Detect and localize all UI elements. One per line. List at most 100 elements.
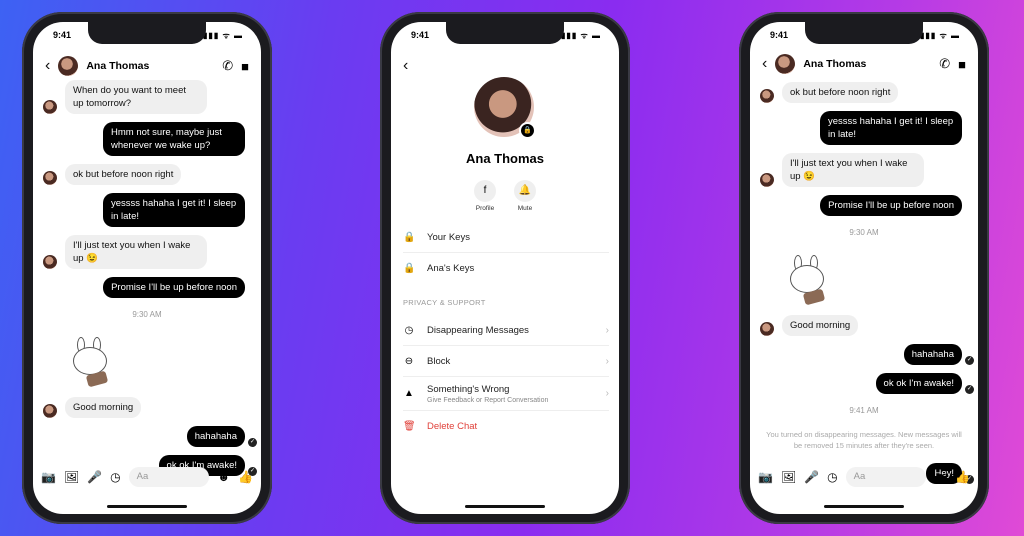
message-input[interactable]: Aa [845, 467, 927, 487]
menu-label: Ana's Keys [427, 263, 475, 274]
message-row: ok but before noon right [760, 82, 968, 103]
incoming-message[interactable]: Good morning [65, 397, 142, 418]
home-indicator [107, 505, 187, 508]
home-indicator [824, 505, 904, 508]
gallery-icon[interactable]: 🖼 [64, 470, 79, 484]
avatar[interactable] [58, 56, 79, 76]
timer-icon[interactable]: ◷ [110, 470, 120, 484]
menu-item-anas-keys[interactable]: 🔒 Ana's Keys [403, 253, 609, 284]
outgoing-message[interactable]: hahahaha [903, 344, 962, 365]
message-list: ok but before noon right yessss hahaha I … [750, 82, 978, 492]
contact-name[interactable]: Ana Thomas [86, 60, 214, 72]
outgoing-message[interactable]: Promise I'll be up before noon [103, 277, 245, 298]
status-time: 9:41 [411, 30, 430, 40]
composer: 📷 🖼 🎤 ◷ Aa ☻ 👍 [33, 466, 261, 488]
message-row: ok but before noon right [43, 164, 251, 185]
incoming-message[interactable]: When do you want to meet up tomorrow? [65, 80, 207, 114]
message-row: Promise I'll be up before noon [760, 195, 968, 216]
timer-icon[interactable]: ◷ [827, 470, 837, 484]
thumbs-up-icon[interactable]: 👍 [955, 470, 970, 484]
menu-item-disappearing-messages[interactable]: ◷ Disappearing Messages › [403, 315, 609, 346]
message-row: I'll just text you when I wake up 😉 [760, 153, 968, 187]
message-row: hahahaha ✓ [43, 426, 257, 447]
outgoing-message[interactable]: yessss hahaha I get it! I sleep in late! [820, 111, 962, 145]
outgoing-message[interactable]: yessss hahaha I get it! I sleep in late! [103, 193, 245, 227]
phone-profile: 9:41 ▮▮▮ ᯤ ▬ ‹ 🔒 Ana Thomas f Profile 🔔 Mut… [380, 12, 630, 524]
lock-icon: 🔒 [519, 122, 536, 139]
contact-name[interactable]: Ana Thomas [803, 58, 931, 70]
sender-avatar [43, 255, 57, 269]
video-icon[interactable]: ■ [241, 59, 249, 74]
home-indicator [465, 505, 545, 508]
microphone-icon[interactable]: 🎤 [804, 470, 819, 484]
thumbs-up-icon[interactable]: 👍 [238, 470, 253, 484]
notch [805, 22, 923, 44]
status-icons: ▮▮▮ ᯤ ▬ [561, 31, 601, 40]
message-row: ok ok I'm awake! ✓ [760, 373, 974, 394]
microphone-icon[interactable]: 🎤 [87, 470, 102, 484]
menu-item-somethings-wrong[interactable]: ▲ Something's Wrong Give Feedback or Repor… [403, 377, 609, 411]
back-icon[interactable]: ‹ [403, 57, 408, 75]
emoji-icon[interactable]: ☻ [217, 470, 230, 484]
message-row: Promise I'll be up before noon [43, 277, 251, 298]
sender-avatar [760, 322, 774, 336]
read-receipt-icon: ✓ [965, 385, 974, 394]
menu-item-block[interactable]: ⊖ Block › [403, 346, 609, 377]
outgoing-message[interactable]: Promise I'll be up before noon [820, 195, 962, 216]
menu-label: Block [427, 355, 451, 367]
back-icon[interactable]: ‹ [762, 55, 767, 73]
phone-chat-right: 9:41 ▮▮▮ ᯤ ▬ ‹ Ana Thomas ✆ ■ ok but befo… [739, 12, 989, 524]
notch [446, 22, 564, 44]
sticker-bunny[interactable] [782, 251, 832, 309]
read-receipt-icon: ✓ [965, 356, 974, 365]
block-icon: ⊖ [404, 355, 414, 367]
menu-item-your-keys[interactable]: 🔒 Your Keys [403, 222, 609, 253]
camera-icon[interactable]: 📷 [41, 470, 56, 484]
status-time: 9:41 [53, 30, 72, 40]
phone-icon[interactable]: ✆ [222, 58, 233, 74]
profile-label: Profile [475, 205, 495, 212]
menu-item-delete-chat[interactable]: 🗑 Delete Chat [403, 411, 609, 442]
facebook-icon: f [474, 180, 496, 202]
phone-icon[interactable]: ✆ [939, 56, 950, 72]
menu-label: Something's Wrong [427, 383, 510, 395]
chevron-right-icon: › [605, 355, 609, 367]
message-input[interactable]: Aa [128, 467, 210, 487]
incoming-message[interactable]: I'll just text you when I wake up 😉 [782, 153, 924, 187]
outgoing-message[interactable]: Hmm not sure, maybe just whenever we wak… [103, 122, 245, 156]
mute-button[interactable]: 🔔 Mute [514, 180, 536, 212]
profile-menu: 🔒 Your Keys 🔒 Ana's Keys PRIVACY & SUPPORT… [391, 222, 619, 442]
incoming-message[interactable]: Good morning [782, 315, 859, 336]
sticker-bunny[interactable] [65, 333, 115, 391]
message-row: I'll just text you when I wake up 😉 [43, 235, 251, 269]
read-receipt-icon: ✓ [248, 438, 257, 447]
lock-icon: 🔒 [403, 263, 416, 274]
profile-name: Ana Thomas [465, 151, 544, 166]
system-notice: You turned on disappearing messages. New… [766, 430, 962, 450]
sender-avatar [43, 404, 57, 418]
profile-button[interactable]: f Profile [474, 180, 496, 212]
emoji-icon[interactable]: ☻ [934, 470, 947, 484]
menu-sublabel: Give Feedback or Report Conversation [427, 396, 549, 404]
timestamp: 9:30 AM [132, 310, 162, 319]
back-icon[interactable]: ‹ [45, 57, 50, 75]
incoming-message[interactable]: ok but before noon right [65, 164, 182, 185]
message-row: yessss hahaha I get it! I sleep in late! [43, 193, 251, 227]
avatar[interactable] [775, 54, 796, 74]
outgoing-message[interactable]: ok ok I'm awake! [875, 373, 962, 394]
mute-label: Mute [517, 205, 533, 212]
incoming-message[interactable]: I'll just text you when I wake up 😉 [65, 235, 207, 269]
message-row: yessss hahaha I get it! I sleep in late! [760, 111, 968, 145]
trash-icon: 🗑 [403, 421, 416, 432]
notch [88, 22, 206, 44]
lock-icon: 🔒 [403, 231, 416, 243]
message-row: Good morning [43, 397, 251, 418]
gallery-icon[interactable]: 🖼 [781, 470, 796, 484]
camera-icon[interactable]: 📷 [758, 470, 773, 484]
menu-label: Disappearing Messages [427, 324, 529, 336]
video-icon[interactable]: ■ [958, 57, 966, 72]
outgoing-message[interactable]: hahahaha [186, 426, 245, 447]
profile-header: ‹ [391, 54, 619, 78]
incoming-message[interactable]: ok but before noon right [782, 82, 899, 103]
status-icons: ▮▮▮ ᯤ ▬ [203, 31, 243, 40]
